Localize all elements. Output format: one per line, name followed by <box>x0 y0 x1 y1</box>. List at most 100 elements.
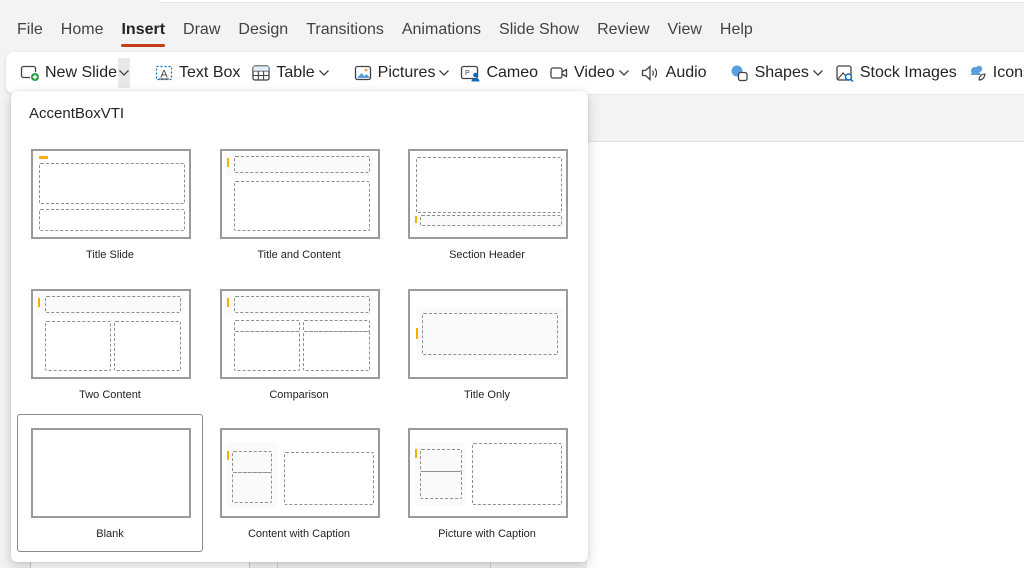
accent-mark <box>415 449 417 458</box>
caption-text-placeholder <box>232 472 272 503</box>
pictures-button[interactable]: Pictures <box>347 58 456 88</box>
layout-thumbnail <box>220 428 380 518</box>
tab-insert[interactable]: Insert <box>112 15 174 47</box>
shapes-label: Shapes <box>754 64 809 81</box>
new-slide-icon <box>19 63 41 83</box>
caption-title-placeholder <box>420 449 462 472</box>
cameo-icon: P <box>460 63 482 83</box>
layout-thumbnail <box>220 149 380 239</box>
icons-label: Icons <box>992 64 1024 81</box>
layout-title-and-content[interactable]: Title and Content <box>206 135 392 273</box>
shapes-button[interactable]: Shapes <box>724 58 829 88</box>
layout-label: Title and Content <box>257 249 341 261</box>
text-box-icon: A <box>153 63 175 83</box>
stock-images-button[interactable]: Stock Images <box>829 58 962 88</box>
title-placeholder <box>422 313 558 355</box>
accent-mark <box>415 216 417 223</box>
layout-thumbnail <box>408 149 568 239</box>
audio-icon <box>640 63 662 83</box>
layout-thumbnail <box>220 289 380 379</box>
pictures-icon <box>352 63 374 83</box>
layout-title-slide[interactable]: Title Slide <box>17 135 203 273</box>
table-button[interactable]: Table <box>245 58 334 88</box>
chevron-down-icon <box>618 67 630 79</box>
video-icon <box>548 63 570 83</box>
accent-mark <box>227 298 229 307</box>
audio-button[interactable]: Audio <box>635 58 712 88</box>
accent-mark <box>39 156 48 159</box>
layout-comparison[interactable]: Comparison <box>206 275 392 413</box>
title-placeholder <box>416 157 562 213</box>
left-content-placeholder <box>234 331 300 371</box>
chevron-down-icon <box>318 67 330 79</box>
tab-design[interactable]: Design <box>229 15 297 45</box>
layout-label: Picture with Caption <box>438 528 536 540</box>
chevron-down-icon <box>438 67 450 79</box>
stock-images-icon <box>834 63 856 83</box>
new-slide-label: New Slide <box>45 64 118 81</box>
accent-mark <box>38 298 40 307</box>
theme-name-heading: AccentBoxVTI <box>29 105 125 122</box>
layout-label: Comparison <box>269 389 329 401</box>
caption-title-placeholder <box>232 451 272 473</box>
accent-mark <box>416 328 418 339</box>
layout-label: Content with Caption <box>247 528 351 540</box>
video-button[interactable]: Video <box>543 58 635 88</box>
chevron-down-icon <box>119 70 129 76</box>
tab-review[interactable]: Review <box>588 15 658 45</box>
layout-thumbnail <box>31 149 191 239</box>
icons-button[interactable]: Icons <box>962 58 1024 88</box>
tab-help[interactable]: Help <box>711 15 762 45</box>
picture-placeholder <box>472 443 562 505</box>
accent-mark <box>227 158 229 167</box>
layout-thumbnail <box>31 289 191 379</box>
new-slide-layout-gallery: AccentBoxVTI Title Slide Title and Conte… <box>11 91 588 562</box>
title-placeholder <box>234 156 370 173</box>
tab-file[interactable]: File <box>0 15 52 45</box>
layout-two-content[interactable]: Two Content <box>17 275 203 413</box>
layout-content-with-caption[interactable]: Content with Caption <box>206 414 392 552</box>
shapes-icon <box>729 63 751 83</box>
right-content-placeholder <box>303 331 370 371</box>
right-content-placeholder <box>114 321 181 371</box>
content-placeholder <box>234 181 370 231</box>
pictures-label: Pictures <box>377 64 436 81</box>
text-placeholder <box>420 215 562 226</box>
chevron-down-icon <box>812 67 824 79</box>
caption-text-placeholder <box>420 471 462 499</box>
tab-view[interactable]: View <box>659 15 711 45</box>
title-placeholder <box>45 296 181 313</box>
slide-canvas[interactable] <box>587 142 1024 568</box>
layout-picture-with-caption[interactable]: Picture with Caption <box>394 414 580 552</box>
tab-draw[interactable]: Draw <box>174 15 229 45</box>
layout-section-header[interactable]: Section Header <box>394 135 580 273</box>
ribbon-tabs: File Home Insert Draw Design Transitions… <box>0 14 762 47</box>
title-bar-edge <box>0 0 1024 10</box>
tab-slide-show[interactable]: Slide Show <box>490 15 588 45</box>
audio-label: Audio <box>665 64 707 81</box>
new-slide-button[interactable]: New Slide <box>14 58 122 88</box>
content-placeholder <box>284 452 374 505</box>
title-placeholder <box>234 296 370 313</box>
subtitle-placeholder <box>39 209 185 231</box>
tab-transitions[interactable]: Transitions <box>297 15 393 45</box>
left-content-placeholder <box>45 321 111 371</box>
layout-title-only[interactable]: Title Only <box>394 275 580 413</box>
search-box-edge[interactable] <box>160 0 1024 3</box>
text-box-label: Text Box <box>179 64 241 81</box>
layout-label: Section Header <box>449 249 525 261</box>
video-label: Video <box>574 64 615 81</box>
text-box-button[interactable]: A Text Box <box>148 58 245 88</box>
layout-label: Blank <box>96 528 124 540</box>
cameo-button[interactable]: P Cameo <box>455 58 543 88</box>
layout-thumbnail <box>408 428 568 518</box>
tab-animations[interactable]: Animations <box>393 15 490 45</box>
insert-ribbon: New Slide A Text Box Table Pictures P Ca… <box>6 52 1024 94</box>
tab-home[interactable]: Home <box>52 15 113 45</box>
new-slide-dropdown-button[interactable] <box>118 58 131 88</box>
accent-mark <box>227 451 229 460</box>
svg-text:P: P <box>465 70 470 77</box>
layout-blank[interactable]: Blank <box>17 414 203 552</box>
title-placeholder <box>39 163 185 204</box>
layout-label: Title Only <box>463 389 511 401</box>
